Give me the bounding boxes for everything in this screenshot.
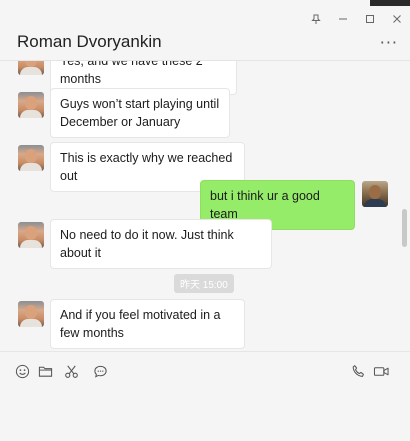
- message-list[interactable]: Yes, and we have these 2 months Guys won…: [0, 61, 410, 351]
- composer-toolbar: [0, 352, 410, 388]
- maximize-icon[interactable]: [356, 8, 383, 30]
- contact-avatar[interactable]: [18, 222, 44, 248]
- close-icon[interactable]: [383, 8, 410, 30]
- window-controls: [302, 8, 410, 30]
- more-options-button[interactable]: ···: [380, 33, 398, 52]
- scissors-icon[interactable]: [62, 362, 80, 380]
- phone-icon[interactable]: [349, 362, 367, 380]
- pin-icon[interactable]: [302, 8, 329, 30]
- contact-avatar[interactable]: [18, 145, 44, 171]
- emoji-icon[interactable]: [13, 362, 31, 380]
- message-input[interactable]: [0, 388, 410, 441]
- contact-avatar[interactable]: [18, 61, 44, 75]
- message-bubble-contact: No need to do it now. Just think about i…: [50, 219, 272, 269]
- message-bubble-contact: And if you feel motivated in a few month…: [50, 299, 245, 349]
- my-avatar[interactable]: [362, 181, 388, 207]
- contact-avatar[interactable]: [18, 92, 44, 118]
- chat-bubble-icon[interactable]: [91, 362, 109, 380]
- scrollbar-thumb[interactable]: [402, 209, 407, 247]
- folder-icon[interactable]: [36, 362, 54, 380]
- chat-title: Roman Dvoryankin: [17, 32, 162, 51]
- message-bubble-contact: Guys won’t start playing until December …: [50, 88, 230, 138]
- screen-edge-strip: [370, 0, 410, 6]
- video-icon[interactable]: [372, 362, 390, 380]
- contact-avatar[interactable]: [18, 301, 44, 327]
- minimize-icon[interactable]: [329, 8, 356, 30]
- timestamp-label: 昨天 15:00: [174, 274, 234, 293]
